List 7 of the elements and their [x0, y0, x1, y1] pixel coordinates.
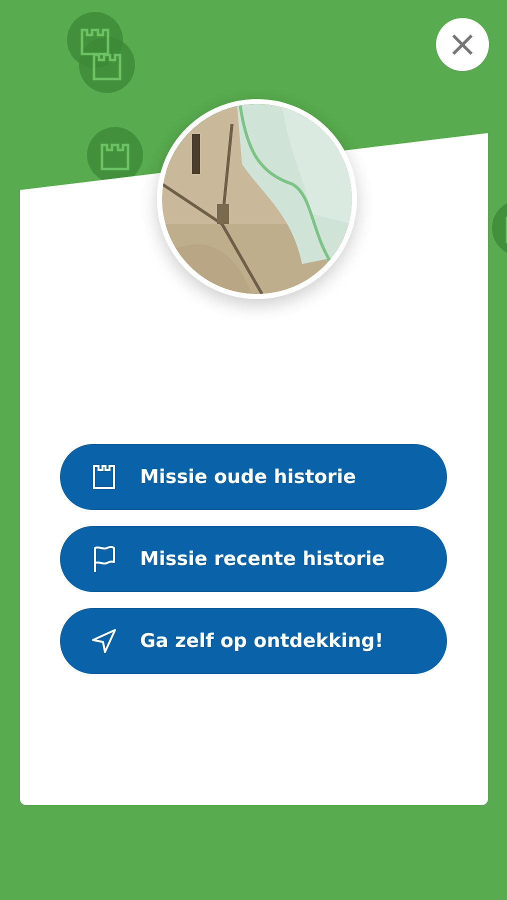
castle-marker-cluster-icon[interactable] — [67, 12, 137, 94]
tower-icon — [90, 463, 118, 491]
navigation-arrow-icon — [90, 627, 118, 655]
mission-button[interactable]: Ga zelf op ontdekking! — [60, 608, 447, 674]
mission-button[interactable]: Missie oude historie — [60, 444, 447, 510]
close-button[interactable]: × — [436, 18, 489, 71]
mission-button[interactable]: Missie recente historie — [60, 526, 447, 592]
